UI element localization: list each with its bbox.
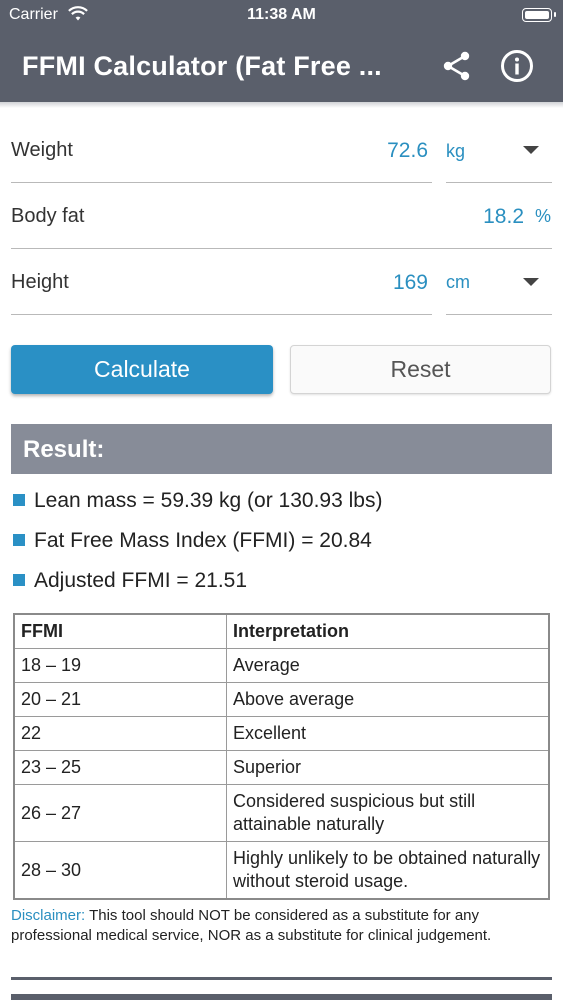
- body-fat-input[interactable]: 18.2: [380, 205, 524, 229]
- height-unit-underline: [446, 314, 552, 315]
- body-fat-underline: [11, 248, 552, 249]
- table-row: 22 Excellent: [14, 716, 549, 751]
- disclaimer: Disclaimer: This tool should NOT be cons…: [11, 906, 556, 945]
- table-cell-range: 22: [14, 716, 227, 751]
- table-header-ffmi: FFMI: [14, 614, 227, 649]
- table-cell-interpretation: Considered suspicious but still attainab…: [226, 784, 549, 842]
- battery-icon: [522, 8, 556, 22]
- table-row: 26 – 27 Considered suspicious but still …: [14, 784, 549, 842]
- weight-underline: [11, 182, 432, 183]
- weight-unit-select[interactable]: kg: [446, 141, 465, 162]
- calculate-button[interactable]: Calculate: [11, 345, 273, 394]
- info-icon[interactable]: [500, 49, 534, 83]
- adjusted-ffmi-text: Adjusted FFMI = 21.51: [34, 569, 248, 592]
- body-fat-label: Body fat: [11, 205, 85, 227]
- result-lean-mass: Lean mass = 59.39 kg (or 130.93 lbs): [13, 489, 382, 513]
- weight-label: Weight: [11, 139, 73, 161]
- status-bar: Carrier 11:38 AM: [0, 0, 563, 31]
- bullet-icon: [13, 534, 25, 546]
- table-cell-range: 26 – 27: [14, 784, 227, 842]
- result-ffmi: Fat Free Mass Index (FFMI) = 20.84: [13, 529, 372, 553]
- table-cell-range: 20 – 21: [14, 682, 227, 717]
- disclaimer-label: Disclaimer:: [11, 907, 86, 924]
- result-adjusted-ffmi: Adjusted FFMI = 21.51: [13, 569, 247, 593]
- table-row: 23 – 25 Superior: [14, 750, 549, 785]
- bullet-icon: [13, 494, 25, 506]
- ffmi-text: Fat Free Mass Index (FFMI) = 20.84: [34, 529, 372, 552]
- table-row: 20 – 21 Above average: [14, 682, 549, 717]
- app-title: FFMI Calculator (Fat Free ...: [22, 51, 382, 81]
- section-divider: [11, 977, 552, 980]
- next-section-bar: [11, 994, 552, 1000]
- table-cell-range: 23 – 25: [14, 750, 227, 785]
- table-cell-interpretation: Above average: [226, 682, 549, 717]
- table-cell-interpretation: Excellent: [226, 716, 549, 751]
- weight-unit-underline: [446, 182, 552, 183]
- reset-button[interactable]: Reset: [290, 345, 551, 394]
- table-header-row: FFMI Interpretation: [14, 614, 549, 649]
- weight-input[interactable]: 72.6: [300, 139, 428, 163]
- share-icon[interactable]: [441, 50, 473, 82]
- table-cell-range: 18 – 19: [14, 648, 227, 683]
- table-cell-interpretation: Highly unlikely to be obtained naturally…: [226, 841, 549, 899]
- bullet-icon: [13, 574, 25, 586]
- table-row: 28 – 30 Highly unlikely to be obtained n…: [14, 841, 549, 899]
- dropdown-caret-icon[interactable]: [523, 278, 539, 286]
- ffmi-interpretation-table: FFMI Interpretation 18 – 19 Average 20 –…: [13, 613, 550, 900]
- lean-mass-text: Lean mass = 59.39 kg (or 130.93 lbs): [34, 489, 383, 512]
- height-input[interactable]: 169: [300, 271, 428, 295]
- result-header: Result:: [11, 424, 552, 474]
- app-bar: FFMI Calculator (Fat Free ...: [0, 31, 563, 102]
- height-unit-select[interactable]: cm: [446, 272, 470, 293]
- table-header-interpretation: Interpretation: [226, 614, 549, 649]
- dropdown-caret-icon[interactable]: [523, 146, 539, 154]
- height-underline: [11, 314, 432, 315]
- table-cell-interpretation: Average: [226, 648, 549, 683]
- table-row: 18 – 19 Average: [14, 648, 549, 683]
- height-label: Height: [11, 271, 69, 293]
- clock: 11:38 AM: [247, 6, 316, 23]
- app-bar-shadow: [0, 102, 563, 108]
- body-fat-unit: %: [535, 206, 552, 226]
- table-cell-interpretation: Superior: [226, 750, 549, 785]
- table-cell-range: 28 – 30: [14, 841, 227, 899]
